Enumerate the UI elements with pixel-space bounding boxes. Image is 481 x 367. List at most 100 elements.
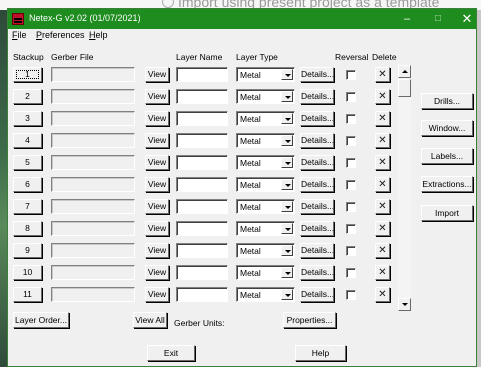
gerber-file-field[interactable] bbox=[51, 67, 135, 82]
view-all-button[interactable]: View All bbox=[133, 312, 167, 328]
chevron-down-icon[interactable] bbox=[281, 245, 293, 256]
layer-name-field[interactable] bbox=[176, 89, 228, 104]
layer-type-select[interactable]: Metal bbox=[236, 67, 295, 82]
layer-type-select[interactable]: Metal bbox=[236, 133, 295, 148]
menu-help[interactable]: Help bbox=[89, 30, 108, 40]
details-button[interactable]: Details... bbox=[300, 67, 334, 82]
delete-icon[interactable]: ✕ bbox=[375, 243, 390, 258]
app-icon[interactable] bbox=[12, 13, 24, 25]
reversal-checkbox[interactable] bbox=[346, 92, 356, 102]
gerber-file-field[interactable] bbox=[51, 287, 135, 302]
layer-type-select[interactable]: Metal bbox=[236, 177, 295, 192]
view-button[interactable]: View bbox=[145, 199, 169, 214]
gerber-file-field[interactable] bbox=[51, 111, 135, 126]
layer-name-field[interactable] bbox=[176, 265, 228, 280]
view-button[interactable]: View bbox=[145, 265, 169, 280]
delete-icon[interactable]: ✕ bbox=[375, 155, 390, 170]
title-bar[interactable]: Netex-G v2.02 (01/07/2021) – □ ✕ bbox=[8, 9, 476, 29]
details-button[interactable]: Details... bbox=[300, 287, 334, 302]
delete-icon[interactable]: ✕ bbox=[375, 133, 390, 148]
stackup-number-button[interactable]: 9 bbox=[13, 243, 42, 258]
close-icon[interactable]: ✕ bbox=[450, 9, 481, 29]
help-button[interactable]: Help bbox=[295, 345, 346, 361]
gerber-file-field[interactable] bbox=[51, 243, 135, 258]
gerber-file-field[interactable] bbox=[51, 221, 135, 236]
scroll-down-icon[interactable] bbox=[398, 298, 411, 311]
properties-button[interactable]: Properties... bbox=[283, 312, 336, 328]
gerber-file-field[interactable] bbox=[51, 89, 135, 104]
view-button[interactable]: View bbox=[145, 89, 169, 104]
scroll-up-icon[interactable] bbox=[398, 65, 411, 78]
view-button[interactable]: View bbox=[145, 243, 169, 258]
layer-order-button[interactable]: Layer Order... bbox=[13, 312, 69, 328]
view-button[interactable]: View bbox=[145, 155, 169, 170]
layer-name-field[interactable] bbox=[176, 221, 228, 236]
stackup-number-button[interactable]: 2 bbox=[13, 89, 42, 104]
drills-button[interactable]: Drills... bbox=[421, 93, 473, 109]
reversal-checkbox[interactable] bbox=[346, 158, 356, 168]
stackup-number-button[interactable]: 3 bbox=[13, 111, 42, 126]
stackup-number-button[interactable]: 8 bbox=[13, 221, 42, 236]
delete-icon[interactable]: ✕ bbox=[375, 177, 390, 192]
layer-name-field[interactable] bbox=[176, 67, 228, 82]
reversal-checkbox[interactable] bbox=[346, 70, 356, 80]
view-button[interactable]: View bbox=[145, 177, 169, 192]
delete-icon[interactable]: ✕ bbox=[375, 199, 390, 214]
labels-button[interactable]: Labels... bbox=[421, 148, 473, 164]
reversal-checkbox[interactable] bbox=[346, 290, 356, 300]
view-button[interactable]: View bbox=[145, 221, 169, 236]
layer-type-select[interactable]: Metal bbox=[236, 287, 295, 302]
details-button[interactable]: Details... bbox=[300, 111, 334, 126]
details-button[interactable]: Details... bbox=[300, 177, 334, 192]
stackup-number-button[interactable]: 10 bbox=[13, 265, 42, 280]
details-button[interactable]: Details... bbox=[300, 89, 334, 104]
view-button[interactable]: View bbox=[145, 67, 169, 82]
chevron-down-icon[interactable] bbox=[281, 223, 293, 234]
scroll-thumb[interactable] bbox=[398, 79, 411, 97]
minimize-icon[interactable]: – bbox=[390, 9, 424, 29]
details-button[interactable]: Details... bbox=[300, 265, 334, 280]
delete-icon[interactable]: ✕ bbox=[375, 221, 390, 236]
extractions-button[interactable]: Extractions... bbox=[421, 176, 473, 192]
reversal-checkbox[interactable] bbox=[346, 136, 356, 146]
layer-name-field[interactable] bbox=[176, 199, 228, 214]
reversal-checkbox[interactable] bbox=[346, 224, 356, 234]
reversal-checkbox[interactable] bbox=[346, 202, 356, 212]
stackup-number-button[interactable]: 7 bbox=[13, 199, 42, 214]
details-button[interactable]: Details... bbox=[300, 243, 334, 258]
layer-type-select[interactable]: Metal bbox=[236, 221, 295, 236]
gerber-file-field[interactable] bbox=[51, 133, 135, 148]
stackup-number-button[interactable]: 1 bbox=[13, 67, 42, 82]
reversal-checkbox[interactable] bbox=[346, 180, 356, 190]
view-button[interactable]: View bbox=[145, 133, 169, 148]
stackup-number-button[interactable]: 4 bbox=[13, 133, 42, 148]
layer-name-field[interactable] bbox=[176, 177, 228, 192]
delete-icon[interactable]: ✕ bbox=[375, 287, 390, 302]
layer-name-field[interactable] bbox=[176, 287, 228, 302]
chevron-down-icon[interactable] bbox=[281, 135, 293, 146]
layer-name-field[interactable] bbox=[176, 133, 228, 148]
layer-type-select[interactable]: Metal bbox=[236, 155, 295, 170]
delete-icon[interactable]: ✕ bbox=[375, 89, 390, 104]
reversal-checkbox[interactable] bbox=[346, 268, 356, 278]
import-button[interactable]: Import bbox=[421, 205, 473, 221]
chevron-down-icon[interactable] bbox=[281, 201, 293, 212]
layer-name-field[interactable] bbox=[176, 243, 228, 258]
stackup-number-button[interactable]: 11 bbox=[13, 287, 42, 302]
chevron-down-icon[interactable] bbox=[281, 157, 293, 168]
layer-name-field[interactable] bbox=[176, 155, 228, 170]
view-button[interactable]: View bbox=[145, 287, 169, 302]
gerber-file-field[interactable] bbox=[51, 177, 135, 192]
delete-icon[interactable]: ✕ bbox=[375, 265, 390, 280]
delete-icon[interactable]: ✕ bbox=[375, 67, 390, 82]
chevron-down-icon[interactable] bbox=[281, 179, 293, 190]
details-button[interactable]: Details... bbox=[300, 221, 334, 236]
reversal-checkbox[interactable] bbox=[346, 246, 356, 256]
chevron-down-icon[interactable] bbox=[281, 91, 293, 102]
details-button[interactable]: Details... bbox=[300, 155, 334, 170]
gerber-file-field[interactable] bbox=[51, 155, 135, 170]
layer-type-select[interactable]: Metal bbox=[236, 243, 295, 258]
reversal-checkbox[interactable] bbox=[346, 114, 356, 124]
view-button[interactable]: View bbox=[145, 111, 169, 126]
delete-icon[interactable]: ✕ bbox=[375, 111, 390, 126]
